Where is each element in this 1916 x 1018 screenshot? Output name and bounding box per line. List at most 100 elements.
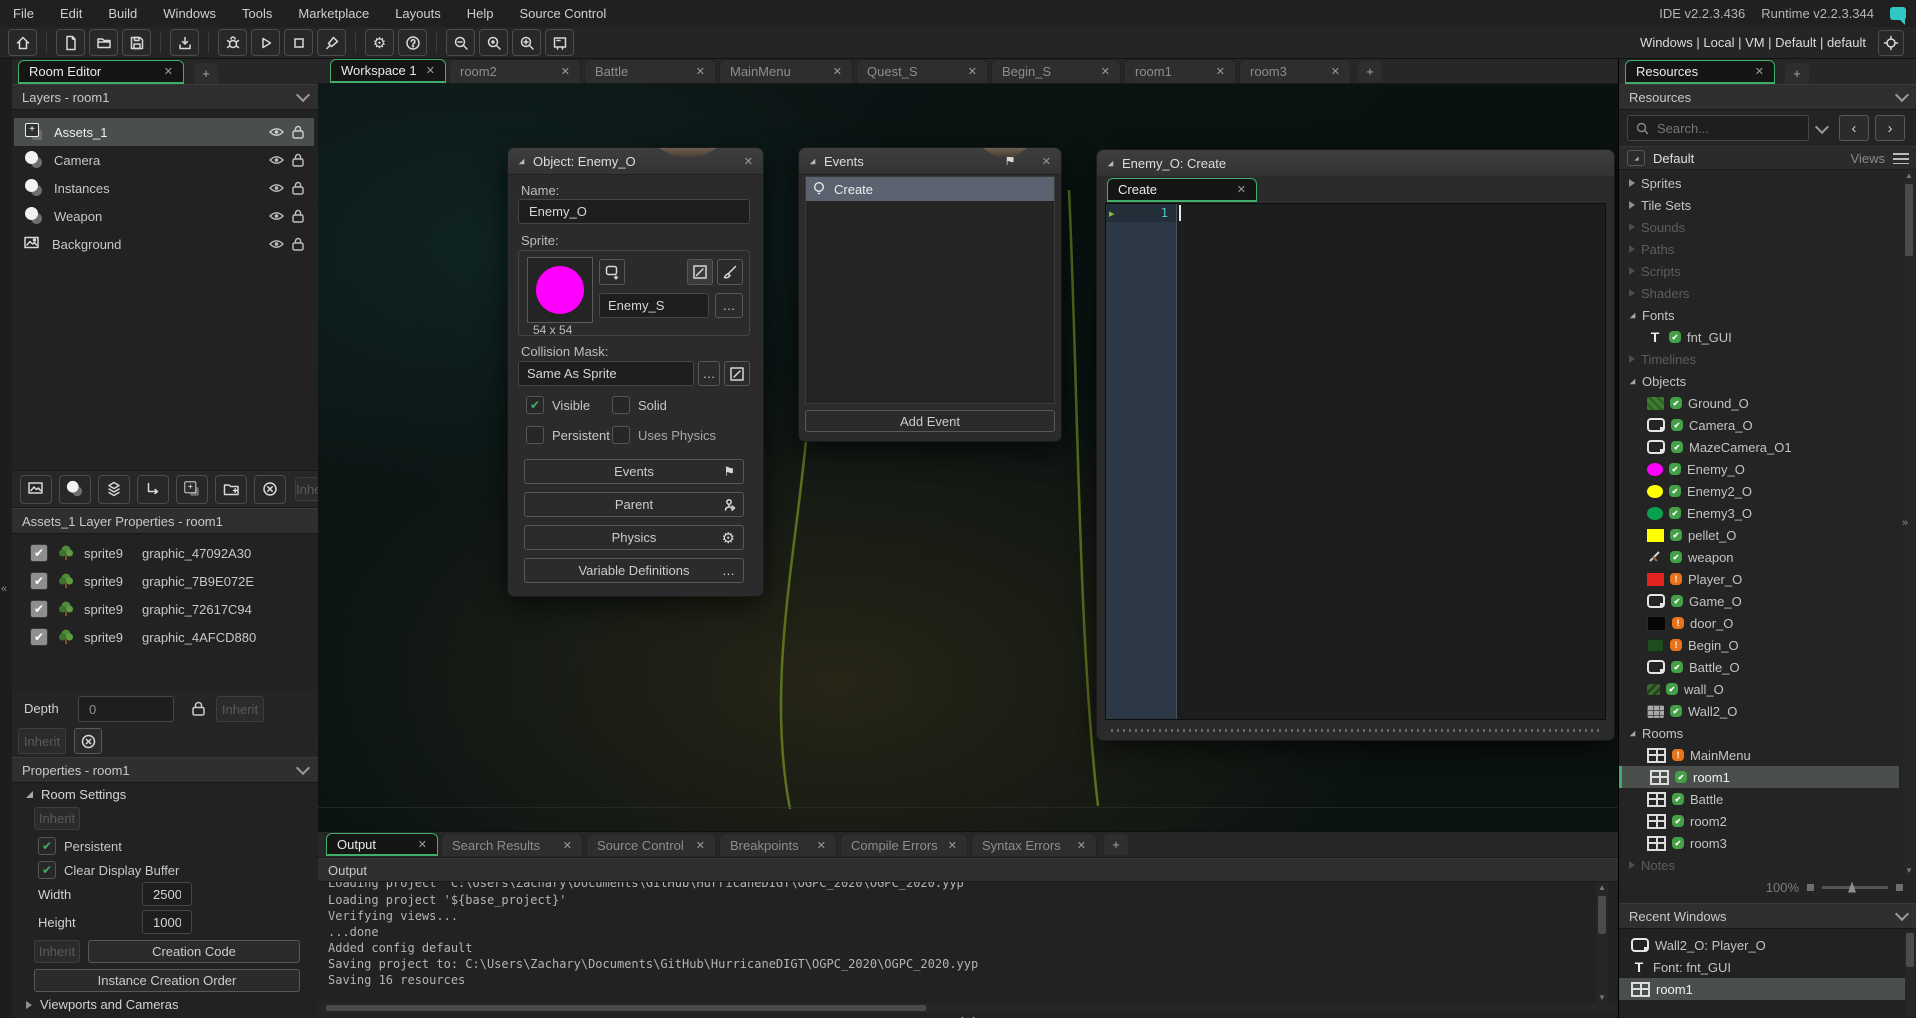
menu-windows[interactable]: Windows xyxy=(150,6,229,21)
layer-item-assets[interactable]: Assets_1 xyxy=(14,118,314,146)
add-tab-button[interactable] xyxy=(194,63,218,84)
size-inherit-button[interactable]: Inherit xyxy=(34,940,80,963)
add-background-layer-button[interactable] xyxy=(20,475,52,504)
asset-visible-checkbox[interactable] xyxy=(30,628,48,646)
collapse-left-icon[interactable]: « xyxy=(1,583,7,595)
tab-create-event[interactable]: Create xyxy=(1107,178,1257,202)
tree-mazecamera-o1[interactable]: MazeCamera_O1 xyxy=(1619,436,1901,458)
output-log[interactable]: Loading project 'C:\Users\Zachary\Docume… xyxy=(318,882,1594,1003)
depth-lock-icon[interactable] xyxy=(192,701,205,716)
tab-source-control[interactable]: Source Control xyxy=(586,833,716,856)
new-sprite-button[interactable] xyxy=(599,259,625,285)
tree-wall2-o[interactable]: Wall2_O xyxy=(1619,700,1901,722)
zoom-in-button[interactable] xyxy=(512,29,541,56)
collapse-right-icon[interactable]: » xyxy=(1902,517,1908,529)
asset-row[interactable]: sprite9 graphic_72617C94 xyxy=(30,596,252,622)
room-settings-inherit-button[interactable]: Inherit xyxy=(34,807,80,830)
tab-room-editor[interactable]: Room Editor xyxy=(18,60,184,84)
search-options-button[interactable] xyxy=(1813,115,1831,141)
depth-input[interactable] xyxy=(78,696,174,722)
object-window-titlebar[interactable]: Object: Enemy_O xyxy=(508,148,763,175)
canvas-splitter-line[interactable] xyxy=(318,807,1618,808)
add-event-button[interactable]: Add Event xyxy=(805,410,1055,432)
tree-scripts[interactable]: Scripts xyxy=(1619,260,1901,282)
parent-button[interactable]: Parent xyxy=(524,492,744,517)
uses-physics-checkbox[interactable] xyxy=(612,426,630,444)
lock-icon[interactable] xyxy=(292,181,304,195)
tree-mainmenu[interactable]: MainMenu xyxy=(1619,744,1901,766)
layer-item-background[interactable]: Background xyxy=(14,230,314,258)
object-name-value[interactable] xyxy=(527,203,741,220)
tab-workspace-1[interactable]: Workspace 1 xyxy=(330,59,446,83)
menu-help[interactable]: Help xyxy=(454,6,507,21)
recent-scrollbar[interactable] xyxy=(1905,931,1915,1016)
lock-icon[interactable] xyxy=(292,237,304,251)
tab-output[interactable]: Output xyxy=(326,833,438,856)
tree-enemy2-o[interactable]: Enemy2_O xyxy=(1619,480,1901,502)
close-icon[interactable] xyxy=(968,65,977,78)
open-project-button[interactable] xyxy=(89,29,118,56)
search-box[interactable] xyxy=(1627,115,1809,141)
close-icon[interactable] xyxy=(696,839,705,852)
tree-wall-o[interactable]: wall_O xyxy=(1619,678,1901,700)
close-icon[interactable] xyxy=(563,839,572,852)
viewports-section[interactable]: Viewports and Cameras xyxy=(26,997,179,1012)
creation-code-button[interactable]: Creation Code xyxy=(88,940,300,963)
persistent-checkbox[interactable] xyxy=(526,426,544,444)
tree-battle-o[interactable]: Battle_O xyxy=(1619,656,1901,678)
collision-more-button[interactable] xyxy=(698,361,720,386)
add-path-layer-button[interactable] xyxy=(137,475,169,504)
menu-marketplace[interactable]: Marketplace xyxy=(285,6,382,21)
project-root-row[interactable]: Default Views xyxy=(1619,146,1916,170)
add-asset-layer-button[interactable] xyxy=(176,475,208,504)
collision-mask-select[interactable]: Same As Sprite xyxy=(518,361,694,386)
asset-visible-checkbox[interactable] xyxy=(30,544,48,562)
lock-icon[interactable] xyxy=(292,125,304,139)
tab-syntax-errors[interactable]: Syntax Errors xyxy=(971,833,1097,856)
recent-windows-header[interactable]: Recent Windows xyxy=(1619,903,1916,929)
asset-visible-checkbox[interactable] xyxy=(30,572,48,590)
zoom-reset-button[interactable] xyxy=(479,29,508,56)
delete-layer-button[interactable] xyxy=(254,475,286,504)
tree-weapon[interactable]: weapon xyxy=(1619,546,1901,568)
events-button[interactable]: Events xyxy=(524,459,744,484)
asset-row[interactable]: sprite9 graphic_47092A30 xyxy=(30,540,251,566)
sprite-preview[interactable] xyxy=(527,257,593,323)
object-editor-window[interactable]: Object: Enemy_O Name: Sprite: 54 x 54 xyxy=(507,147,764,597)
tree-paths[interactable]: Paths xyxy=(1619,238,1901,260)
debug-button[interactable] xyxy=(218,29,247,56)
search-next-button[interactable]: › xyxy=(1875,115,1905,141)
tree-room3[interactable]: room3 xyxy=(1619,832,1901,854)
close-icon[interactable] xyxy=(1216,65,1225,78)
code-editor[interactable]: ▸ 1 xyxy=(1105,203,1606,720)
close-icon[interactable] xyxy=(948,839,957,852)
add-tab-button[interactable] xyxy=(1785,63,1809,84)
close-icon[interactable] xyxy=(1237,183,1246,196)
tab-mainmenu[interactable]: MainMenu xyxy=(719,59,853,83)
width-value[interactable] xyxy=(151,886,183,903)
tab-battle[interactable]: Battle xyxy=(584,59,716,83)
search-prev-button[interactable]: ‹ xyxy=(1839,115,1869,141)
zoom-slider[interactable] xyxy=(1822,886,1888,889)
close-icon[interactable] xyxy=(418,838,427,851)
save-project-button[interactable] xyxy=(122,29,151,56)
menu-layouts[interactable]: Layouts xyxy=(382,6,454,21)
tree-objects[interactable]: Objects xyxy=(1619,370,1901,392)
target-config-text[interactable]: Windows | Local | VM | Default | default xyxy=(1640,35,1866,50)
room-settings-section[interactable]: Room Settings xyxy=(26,787,126,802)
tab-resources[interactable]: Resources xyxy=(1625,60,1775,84)
tree-shaders[interactable]: Shaders xyxy=(1619,282,1901,304)
close-icon[interactable] xyxy=(426,64,435,77)
close-icon[interactable] xyxy=(1101,65,1110,78)
home-button[interactable] xyxy=(8,29,37,56)
collapse-window-icon[interactable] xyxy=(810,158,816,164)
close-icon[interactable] xyxy=(561,65,570,78)
stop-button[interactable] xyxy=(284,29,313,56)
tree-door-o[interactable]: door_O xyxy=(1619,612,1901,634)
collapse-all-button[interactable] xyxy=(1627,150,1645,166)
solid-checkbox[interactable] xyxy=(612,396,630,414)
views-menu-icon[interactable] xyxy=(1893,153,1909,164)
physics-button[interactable]: Physics xyxy=(524,525,744,550)
collapse-output-button[interactable] xyxy=(958,1013,978,1018)
layer-item-camera[interactable]: Camera xyxy=(14,146,314,174)
